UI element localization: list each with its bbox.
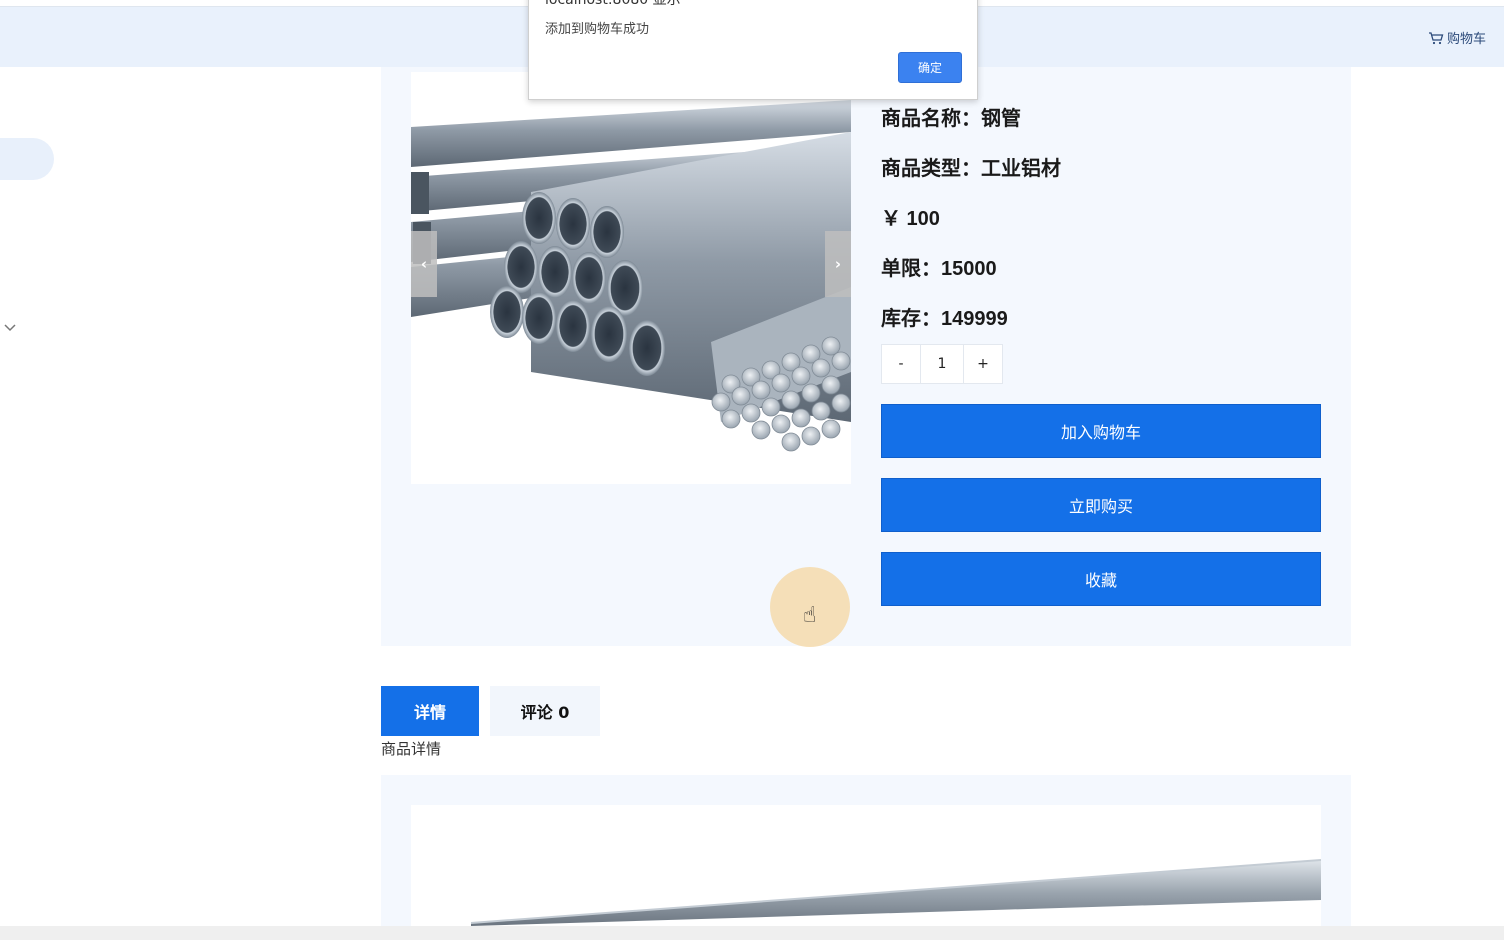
alert-dialog: localhost:8080 显示 添加到购物车成功 确定 xyxy=(528,0,978,100)
product-stock: 库存：149999 xyxy=(881,308,1008,330)
quantity-minus-button[interactable]: - xyxy=(881,344,921,384)
steel-profile-photo xyxy=(470,859,1321,926)
cart-label: 购物车 xyxy=(1446,32,1486,47)
favorite-button[interactable]: 收藏 xyxy=(881,552,1321,606)
detail-heading: 商品详情 xyxy=(381,740,442,758)
quantity-stepper: - 1 + xyxy=(881,344,1003,384)
dialog-message: 添加到购物车成功 xyxy=(545,22,650,37)
carousel-next-button[interactable]: › xyxy=(825,231,851,297)
product-price: ￥ 100 xyxy=(881,208,940,230)
hand-cursor-icon: ☝ xyxy=(803,603,817,628)
chevron-down-icon[interactable] xyxy=(4,322,16,332)
product-image-carousel[interactable]: ‹ › xyxy=(411,72,851,484)
product-limit: 单限：15000 xyxy=(881,258,997,280)
dialog-title: localhost:8080 显示 xyxy=(545,0,681,8)
quantity-plus-button[interactable]: + xyxy=(963,344,1003,384)
horizontal-scrollbar[interactable] xyxy=(0,926,1504,940)
product-type: 商品类型：工业铝材 xyxy=(881,158,1061,180)
buy-now-button[interactable]: 立即购买 xyxy=(881,478,1321,532)
sidebar-active-item[interactable] xyxy=(0,138,54,180)
product-name: 商品名称：钢管 xyxy=(881,108,1021,130)
carousel-prev-button[interactable]: ‹ xyxy=(411,231,437,297)
tab-detail[interactable]: 详情 xyxy=(381,686,479,736)
detail-image xyxy=(411,805,1321,926)
tab-comments[interactable]: 评论 0 xyxy=(490,686,600,736)
quantity-input[interactable]: 1 xyxy=(920,344,964,384)
chevron-right-icon: › xyxy=(834,255,842,273)
cart-icon xyxy=(1428,31,1444,44)
add-to-cart-button[interactable]: 加入购物车 xyxy=(881,404,1321,458)
steel-pipe-photo xyxy=(411,72,851,484)
dialog-ok-button[interactable]: 确定 xyxy=(898,52,962,83)
cart-link[interactable]: 购物车 xyxy=(1428,28,1486,47)
chevron-left-icon: ‹ xyxy=(420,255,428,273)
